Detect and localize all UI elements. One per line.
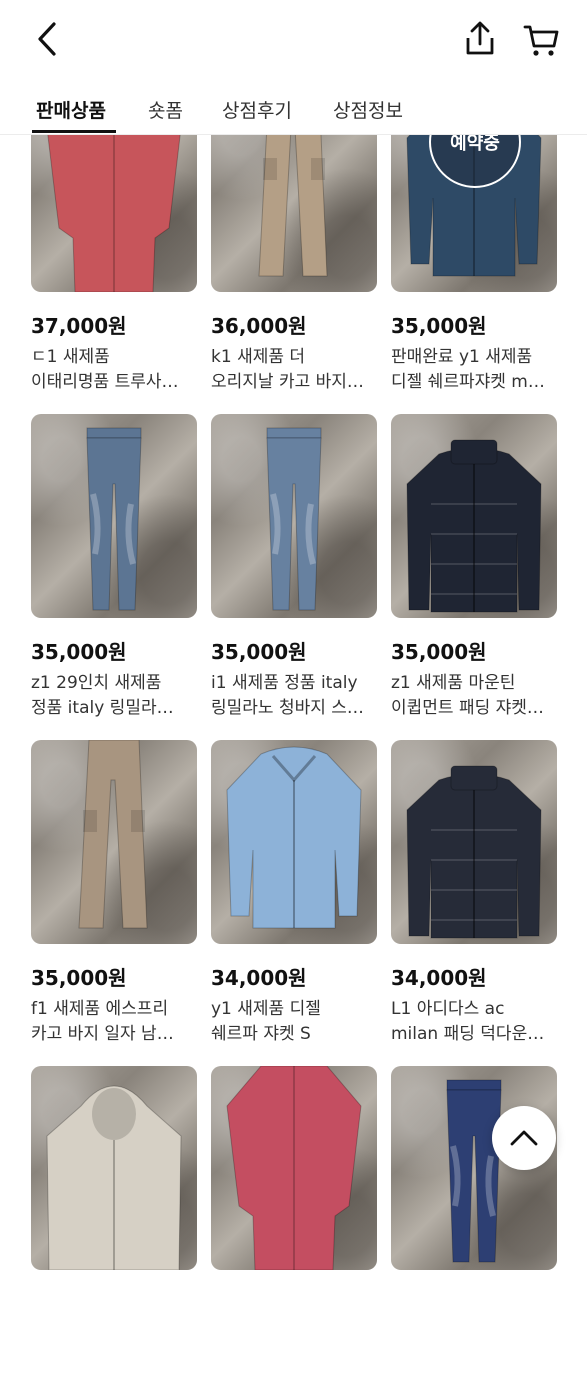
- product-price: 34,000원: [211, 966, 307, 990]
- cart-icon: [523, 25, 559, 56]
- product-image[interactable]: [211, 740, 377, 944]
- cart-button[interactable]: [522, 20, 562, 60]
- product-price: 36,000원: [211, 314, 307, 338]
- product-price: 34,000원: [391, 966, 487, 990]
- tab-store-info[interactable]: 상점정보: [333, 96, 403, 123]
- chevron-left-icon: [38, 22, 56, 56]
- product-price: 37,000원: [31, 314, 127, 338]
- share-icon: [466, 21, 494, 55]
- top-bar: [0, 0, 587, 82]
- product-image[interactable]: [391, 740, 557, 944]
- product-image[interactable]: [31, 1066, 197, 1270]
- back-button[interactable]: [28, 18, 68, 62]
- tab-shortform[interactable]: 숏폼: [148, 96, 183, 123]
- scroll-top-button[interactable]: [492, 1106, 556, 1170]
- product-card[interactable]: 35,000원 z1 새제품 마운틴이큅먼트 패딩 쟈켓…: [391, 414, 557, 724]
- product-title-line1: i1 새제품 정품 italy: [211, 673, 358, 693]
- product-card[interactable]: 35,000원 i1 새제품 정품 italy 링밀라노 청바지 스…: [211, 414, 377, 724]
- product-title-line2: 이큅먼트 패딩 쟈켓…: [391, 698, 544, 718]
- product-card[interactable]: 34,000원 L1 아디다스 ac milan 패딩 덕다운…: [391, 740, 557, 1050]
- product-title-line2: 이태리명품 트루사…: [31, 372, 179, 392]
- tab-reviews[interactable]: 상점후기: [222, 96, 292, 123]
- product-title-line1: 판매완료 y1 새제품: [391, 347, 533, 367]
- product-title-line1: ㄷ1 새제품: [31, 347, 110, 367]
- product-image[interactable]: [211, 414, 377, 618]
- product-title-line1: L1 아디다스 ac: [391, 999, 505, 1019]
- product-image[interactable]: [211, 1066, 377, 1270]
- product-price: 35,000원: [391, 314, 487, 338]
- product-image[interactable]: [31, 740, 197, 944]
- product-card[interactable]: 35,000원 z1 29인치 새제품정품 italy 링밀라…: [31, 414, 197, 724]
- product-price: 35,000원: [391, 640, 487, 664]
- product-card[interactable]: [31, 1066, 197, 1376]
- product-title-line2: 오리지날 카고 바지…: [211, 372, 364, 392]
- product-card[interactable]: [211, 1066, 377, 1376]
- product-price: 35,000원: [211, 640, 307, 664]
- product-card[interactable]: 34,000원 y1 새제품 디젤쉐르파 쟈켓 S: [211, 740, 377, 1050]
- product-grid: 37,000원 ㄷ1 새제품이태리명품 트루사… 36,000원 k1 새제품 더오리…: [0, 0, 587, 1270]
- product-title-line2: 쉐르파 쟈켓 S: [211, 1024, 311, 1044]
- tab-products[interactable]: 판매상품: [36, 96, 106, 123]
- product-price: 35,000원: [31, 966, 127, 990]
- product-title-line2: milan 패딩 덕다운…: [391, 1024, 545, 1044]
- product-title-line2: 디젤 쉐르파쟈켓 m…: [391, 372, 545, 392]
- product-title-line2: 링밀라노 청바지 스…: [211, 698, 364, 718]
- active-tab-indicator: [32, 130, 116, 133]
- product-title-line1: z1 29인치 새제품: [31, 673, 162, 693]
- product-title-line1: f1 새제품 에스프리: [31, 999, 169, 1019]
- share-button[interactable]: [460, 20, 500, 60]
- product-title-line2: 카고 바지 일자 남…: [31, 1024, 174, 1044]
- product-card[interactable]: 35,000원 f1 새제품 에스프리카고 바지 일자 남…: [31, 740, 197, 1050]
- product-image[interactable]: [31, 414, 197, 618]
- product-title-line2: 정품 italy 링밀라…: [31, 698, 174, 718]
- product-title-line1: k1 새제품 더: [211, 347, 306, 367]
- product-title-line1: y1 새제품 디젤: [211, 999, 321, 1019]
- chevron-up-icon: [510, 1130, 538, 1146]
- product-price: 35,000원: [31, 640, 127, 664]
- product-image[interactable]: [391, 414, 557, 618]
- product-title-line1: z1 새제품 마운틴: [391, 673, 516, 693]
- store-tabs: 판매상품 숏폼 상점후기 상점정보: [0, 82, 587, 135]
